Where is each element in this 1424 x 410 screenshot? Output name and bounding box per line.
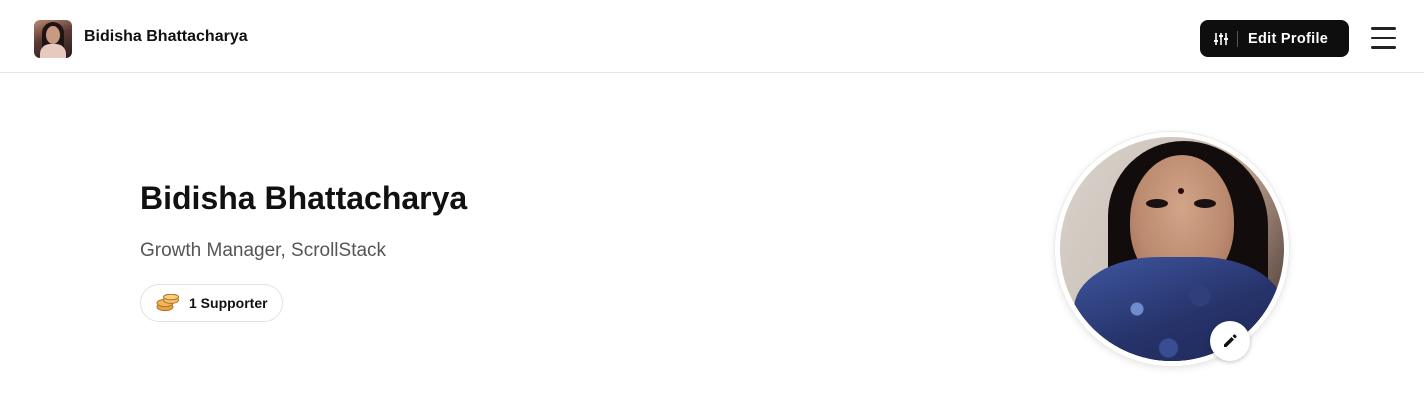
header-user-name[interactable]: Bidisha Bhattacharya <box>84 28 248 46</box>
profile-photo-image <box>1060 137 1284 361</box>
edit-profile-label: Edit Profile <box>1248 30 1329 47</box>
profile-photo <box>1055 132 1289 366</box>
photo-eye-right <box>1194 199 1216 208</box>
edit-profile-button[interactable]: Edit Profile <box>1200 20 1349 57</box>
menu-line <box>1371 27 1396 30</box>
edit-photo-button[interactable] <box>1210 321 1250 361</box>
photo-bindi <box>1178 188 1184 194</box>
photo-eye-left <box>1146 199 1168 208</box>
menu-line <box>1371 36 1396 39</box>
pencil-icon <box>1224 334 1237 347</box>
profile-role: Growth Manager, ScrollStack <box>140 240 387 261</box>
avatar-face <box>46 26 60 44</box>
avatar-body <box>40 44 66 58</box>
supporters-badge[interactable]: 1 Supporter <box>140 284 283 322</box>
top-bar: Bidisha Bhattacharya Edit Profile <box>0 0 1424 73</box>
header-avatar[interactable] <box>34 20 72 58</box>
profile-name: Bidisha Bhattacharya <box>140 180 468 216</box>
button-divider <box>1237 30 1238 47</box>
photo-scarf <box>1074 257 1284 361</box>
menu-line <box>1371 46 1396 49</box>
coins-icon <box>156 293 180 312</box>
supporters-count: 1 Supporter <box>189 295 268 311</box>
hamburger-menu-icon[interactable] <box>1371 27 1396 49</box>
sliders-icon <box>1214 32 1228 46</box>
